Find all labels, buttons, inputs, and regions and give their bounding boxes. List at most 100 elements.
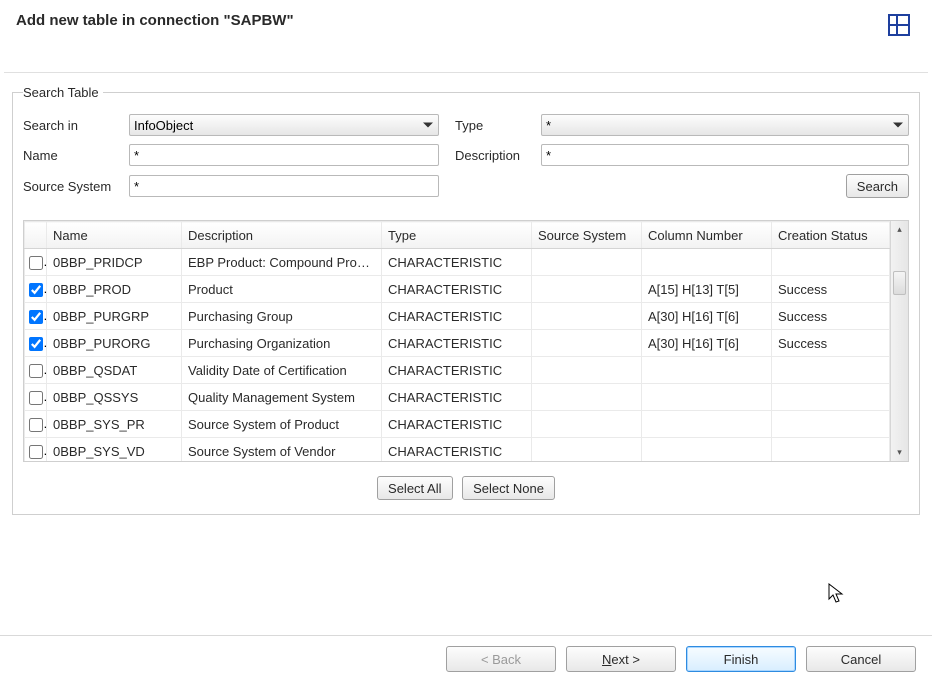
cell-name: 0BBP_QSSYS: [47, 384, 182, 411]
mouse-cursor-icon: [828, 583, 844, 605]
cell-column-number: A[30] H[16] T[6]: [642, 330, 772, 357]
cell-column-number: [642, 384, 772, 411]
table-row[interactable]: 0BBP_PURGRPPurchasing GroupCHARACTERISTI…: [25, 303, 890, 330]
select-all-button[interactable]: Select All: [377, 476, 452, 500]
results-table-wrap: Name Description Type Source System Colu…: [23, 220, 909, 462]
next-button[interactable]: Next >: [566, 646, 676, 672]
dialog-header: Add new table in connection "SAPBW": [0, 0, 932, 72]
table-row[interactable]: 0BBP_SYS_VDSource System of VendorCHARAC…: [25, 438, 890, 462]
cancel-button[interactable]: Cancel: [806, 646, 916, 672]
cell-type: CHARACTERISTIC: [382, 330, 532, 357]
selection-buttons: Select All Select None: [23, 476, 909, 500]
cell-description: Purchasing Group: [182, 303, 382, 330]
col-checkbox[interactable]: [25, 222, 47, 249]
cell-creation-status: [772, 384, 890, 411]
back-button: < Back: [446, 646, 556, 672]
search-table-legend: Search Table: [23, 85, 103, 100]
cell-creation-status: Success: [772, 276, 890, 303]
cell-source-system: [532, 276, 642, 303]
cell-creation-status: [772, 411, 890, 438]
cell-description: Source System of Product: [182, 411, 382, 438]
cell-type: CHARACTERISTIC: [382, 438, 532, 462]
source-system-input[interactable]: [129, 175, 439, 197]
row-checkbox[interactable]: [29, 418, 43, 432]
cell-description: Product: [182, 276, 382, 303]
name-label: Name: [23, 148, 123, 163]
cell-column-number: [642, 249, 772, 276]
table-icon: [888, 14, 910, 36]
table-row[interactable]: 0BBP_PRIDCPEBP Product: Compound Pro…CHA…: [25, 249, 890, 276]
cell-description: Purchasing Organization: [182, 330, 382, 357]
cell-column-number: A[30] H[16] T[6]: [642, 303, 772, 330]
col-type[interactable]: Type: [382, 222, 532, 249]
cell-source-system: [532, 438, 642, 462]
cell-name: 0BBP_PROD: [47, 276, 182, 303]
dialog-body: Search Table Search in InfoObject Type *…: [0, 73, 932, 527]
cell-type: CHARACTERISTIC: [382, 384, 532, 411]
cell-description: EBP Product: Compound Pro…: [182, 249, 382, 276]
dialog-title: Add new table in connection "SAPBW": [16, 10, 294, 29]
cell-name: 0BBP_SYS_PR: [47, 411, 182, 438]
search-button[interactable]: Search: [846, 174, 909, 198]
cell-creation-status: Success: [772, 330, 890, 357]
form-row-3: Source System Search: [23, 174, 909, 198]
col-creation-status[interactable]: Creation Status: [772, 222, 890, 249]
cell-source-system: [532, 330, 642, 357]
row-checkbox[interactable]: [29, 445, 43, 459]
search-in-combo[interactable]: InfoObject: [129, 114, 439, 136]
cell-name: 0BBP_SYS_VD: [47, 438, 182, 462]
table-row[interactable]: 0BBP_QSDATValidity Date of Certification…: [25, 357, 890, 384]
cell-column-number: [642, 357, 772, 384]
select-none-button[interactable]: Select None: [462, 476, 555, 500]
row-checkbox[interactable]: [29, 337, 43, 351]
cell-source-system: [532, 357, 642, 384]
description-input[interactable]: [541, 144, 909, 166]
cell-type: CHARACTERISTIC: [382, 303, 532, 330]
table-row[interactable]: 0BBP_QSSYSQuality Management SystemCHARA…: [25, 384, 890, 411]
name-input[interactable]: [129, 144, 439, 166]
table-row[interactable]: 0BBP_PRODProductCHARACTERISTICA[15] H[13…: [25, 276, 890, 303]
search-in-label: Search in: [23, 118, 123, 133]
scroll-down-icon[interactable]: ▾: [891, 444, 908, 461]
col-column-number[interactable]: Column Number: [642, 222, 772, 249]
row-checkbox[interactable]: [29, 283, 43, 297]
cell-column-number: [642, 411, 772, 438]
cell-name: 0BBP_PURGRP: [47, 303, 182, 330]
type-label: Type: [455, 118, 535, 133]
cell-name: 0BBP_PURORG: [47, 330, 182, 357]
search-in-combo-wrap: InfoObject: [129, 114, 439, 136]
type-combo[interactable]: *: [541, 114, 909, 136]
table-row[interactable]: 0BBP_SYS_PRSource System of ProductCHARA…: [25, 411, 890, 438]
type-combo-wrap: *: [541, 114, 909, 136]
cell-source-system: [532, 384, 642, 411]
row-checkbox[interactable]: [29, 256, 43, 270]
next-label-rest: ext >: [611, 652, 640, 667]
search-table-group: Search Table Search in InfoObject Type *…: [12, 85, 920, 515]
cell-creation-status: [772, 357, 890, 384]
finish-button[interactable]: Finish: [686, 646, 796, 672]
row-checkbox[interactable]: [29, 364, 43, 378]
cell-name: 0BBP_QSDAT: [47, 357, 182, 384]
row-checkbox[interactable]: [29, 310, 43, 324]
results-table: Name Description Type Source System Colu…: [24, 221, 890, 461]
col-description[interactable]: Description: [182, 222, 382, 249]
results-table-scroll: Name Description Type Source System Colu…: [24, 221, 890, 461]
table-header-row: Name Description Type Source System Colu…: [25, 222, 890, 249]
cell-creation-status: [772, 438, 890, 462]
scroll-up-icon[interactable]: ▴: [891, 221, 908, 238]
cell-creation-status: [772, 249, 890, 276]
cell-description: Validity Date of Certification: [182, 357, 382, 384]
cell-column-number: A[15] H[13] T[5]: [642, 276, 772, 303]
col-name[interactable]: Name: [47, 222, 182, 249]
table-row[interactable]: 0BBP_PURORGPurchasing OrganizationCHARAC…: [25, 330, 890, 357]
description-label: Description: [455, 148, 535, 163]
scroll-thumb[interactable]: [893, 271, 906, 295]
cell-name: 0BBP_PRIDCP: [47, 249, 182, 276]
row-checkbox[interactable]: [29, 391, 43, 405]
cell-source-system: [532, 411, 642, 438]
col-source-system[interactable]: Source System: [532, 222, 642, 249]
wizard-footer: < Back Next > Finish Cancel: [0, 635, 932, 682]
cell-source-system: [532, 303, 642, 330]
cell-column-number: [642, 438, 772, 462]
vertical-scrollbar[interactable]: ▴ ▾: [890, 221, 908, 461]
